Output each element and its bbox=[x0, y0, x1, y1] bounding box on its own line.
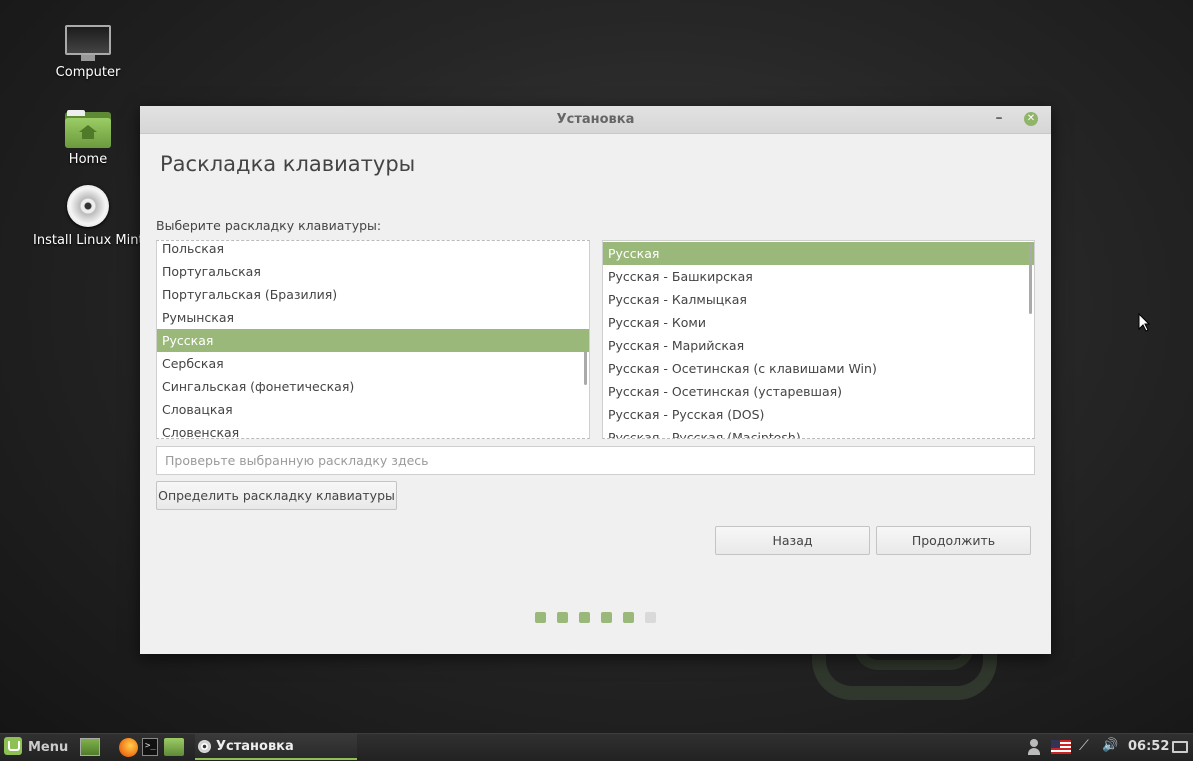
home-folder-icon bbox=[65, 110, 111, 148]
variant-list-item[interactable]: Русская - Русская (DOS) bbox=[603, 403, 1034, 426]
mint-menu-icon bbox=[4, 737, 22, 755]
display-icon[interactable] bbox=[1172, 741, 1188, 753]
files-icon[interactable] bbox=[164, 738, 184, 756]
layout-list-item[interactable]: Румынская bbox=[157, 306, 589, 329]
desktop-icon-install-linux-mint[interactable]: Install Linux Mint bbox=[33, 185, 144, 248]
menu-button[interactable]: Menu bbox=[4, 737, 68, 758]
close-icon[interactable]: ✕ bbox=[1024, 112, 1038, 126]
firefox-icon[interactable] bbox=[119, 738, 138, 757]
keyboard-flag-icon[interactable] bbox=[1051, 740, 1071, 754]
variant-list-item[interactable]: Русская - Осетинская (устаревшая) bbox=[603, 380, 1034, 403]
desktop-icon-label: Install Linux Mint bbox=[33, 233, 144, 248]
variant-list-scrollbar[interactable] bbox=[1029, 244, 1032, 314]
layout-list-item[interactable]: Сингальская (фонетическая) bbox=[157, 375, 589, 398]
variant-list-item[interactable]: Русская - Башкирская bbox=[603, 265, 1034, 288]
layout-prompt: Выберите раскладку клавиатуры: bbox=[156, 218, 382, 233]
taskbar: Menu >_ Установка ⟋ 🔊 06:52 bbox=[0, 733, 1193, 761]
clock[interactable]: 06:52 bbox=[1128, 734, 1169, 760]
layout-list-item[interactable]: Португальская bbox=[157, 260, 589, 283]
variant-list-item[interactable]: Русская - Коми bbox=[603, 311, 1034, 334]
window-title: Установка bbox=[556, 112, 635, 127]
installer-window: Установка – ✕ Раскладка клавиатуры Выбер… bbox=[140, 106, 1051, 654]
disc-icon bbox=[67, 185, 109, 227]
layout-list-item[interactable]: Португальская (Бразилия) bbox=[157, 283, 589, 306]
minimize-icon[interactable]: – bbox=[991, 106, 1007, 133]
layout-list[interactable]: Польская Португальская Португальская (Браз… bbox=[156, 240, 590, 439]
layout-list-item[interactable]: Сербская bbox=[157, 352, 589, 375]
show-desktop-icon[interactable] bbox=[80, 738, 100, 756]
desktop-icon-computer[interactable]: Computer bbox=[33, 25, 143, 80]
layout-list-item[interactable]: Словенская bbox=[157, 421, 589, 438]
desktop-icon-label: Computer bbox=[55, 65, 121, 80]
progress-dot bbox=[557, 612, 568, 623]
variant-list-item[interactable]: Русская - Русская (Macintosh) bbox=[603, 426, 1034, 438]
progress-dot bbox=[535, 612, 546, 623]
terminal-icon[interactable]: >_ bbox=[142, 738, 158, 756]
continue-button[interactable]: Продолжить bbox=[876, 526, 1031, 555]
window-titlebar[interactable]: Установка – ✕ bbox=[140, 106, 1051, 134]
progress-dot bbox=[579, 612, 590, 623]
desktop-icon-label: Home bbox=[68, 152, 108, 167]
layout-list-item[interactable]: Словацкая bbox=[157, 398, 589, 421]
layout-list-item[interactable]: Польская bbox=[157, 241, 589, 260]
back-button[interactable]: Назад bbox=[715, 526, 870, 555]
layout-test-input[interactable] bbox=[156, 446, 1035, 475]
network-icon[interactable]: ⟋ bbox=[1079, 738, 1095, 756]
detect-layout-button[interactable]: Определить раскладку клавиатуры bbox=[156, 481, 397, 510]
taskbar-window-installer[interactable]: Установка bbox=[195, 734, 357, 760]
variant-list-item[interactable]: Русская bbox=[603, 242, 1034, 265]
variant-list-item[interactable]: Русская - Осетинская (с клавишами Win) bbox=[603, 357, 1034, 380]
layout-list-item[interactable]: Русская bbox=[157, 329, 589, 352]
desktop-icon-home[interactable]: Home bbox=[33, 110, 143, 167]
variant-list[interactable]: Русская Русская - Башкирская Русская - Кал… bbox=[602, 240, 1035, 439]
variant-list-item[interactable]: Русская - Марийская bbox=[603, 334, 1034, 357]
computer-icon bbox=[65, 25, 111, 61]
layout-list-scrollbar[interactable] bbox=[584, 351, 587, 385]
menu-label: Menu bbox=[28, 740, 69, 755]
step-progress bbox=[535, 608, 667, 623]
task-label: Установка bbox=[216, 739, 294, 754]
variant-list-item[interactable]: Русская - Калмыцкая bbox=[603, 288, 1034, 311]
page-title: Раскладка клавиатуры bbox=[160, 152, 416, 176]
disc-icon bbox=[198, 740, 211, 753]
progress-dot bbox=[645, 612, 656, 623]
progress-dot bbox=[623, 612, 634, 623]
progress-dot bbox=[601, 612, 612, 623]
volume-icon[interactable]: 🔊 bbox=[1102, 738, 1120, 756]
user-icon[interactable] bbox=[1027, 738, 1041, 756]
